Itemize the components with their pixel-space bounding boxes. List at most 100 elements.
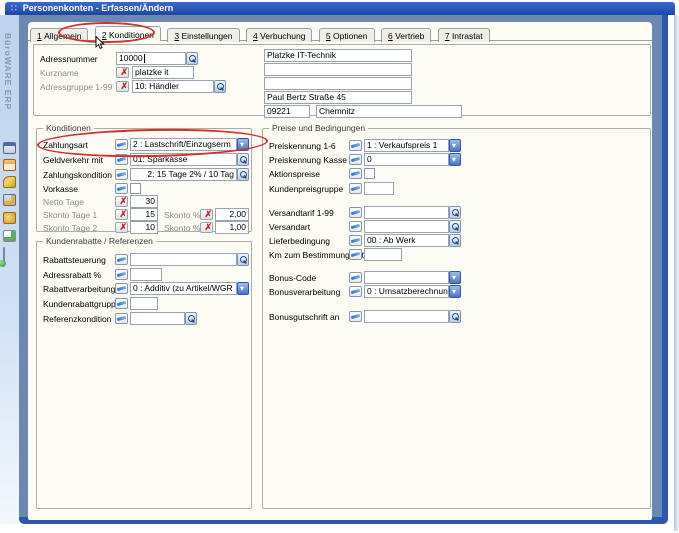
edit-icon[interactable] xyxy=(115,139,128,150)
form-window-icon[interactable] xyxy=(3,159,16,171)
preise-group: Preise und Bedingungen Preiskennung 1-6 … xyxy=(262,128,651,509)
address-name1-input[interactable]: Platzke IT-Technik xyxy=(264,49,412,62)
delete-x-icon[interactable] xyxy=(200,209,213,220)
edit-icon[interactable] xyxy=(115,298,128,309)
dropdown-arrow-icon[interactable] xyxy=(237,282,249,295)
edit-icon[interactable] xyxy=(349,154,362,165)
address-street-input[interactable]: Paul Bertz Straße 45 xyxy=(264,91,412,104)
lookup-icon[interactable] xyxy=(449,310,461,323)
lookup-icon[interactable] xyxy=(185,312,197,325)
zahlungskondition-input[interactable]: 2: 15 Tage 2% / 10 Tag xyxy=(130,168,237,181)
bonusgutschrift-input[interactable] xyxy=(364,310,449,323)
row-address-name3 xyxy=(34,77,650,90)
vorkasse-checkbox[interactable] xyxy=(130,183,141,194)
zahlungsart-select[interactable]: 2 : Lastschrift/Einzugserm xyxy=(130,138,237,151)
delete-x-icon[interactable] xyxy=(200,222,213,233)
edit-icon[interactable] xyxy=(349,249,362,260)
tab-optionen[interactable]: 5 Optionen xyxy=(319,28,375,42)
kundenrabatte-group-title: Kundenrabatte / Referenzen xyxy=(43,236,156,246)
coins-icon[interactable] xyxy=(3,212,16,224)
edit-icon[interactable] xyxy=(349,286,362,297)
row-referenzkondition: Referenzkondition xyxy=(37,312,251,325)
rabattverarbeitung-select[interactable]: 0 : Additiv (zu Artikel/WGR xyxy=(130,282,237,295)
geldverkehr-input[interactable]: 01: Sparkasse xyxy=(130,153,237,166)
dropdown-arrow-icon[interactable] xyxy=(449,139,461,152)
edit-icon[interactable] xyxy=(349,168,362,179)
address-city-input[interactable]: Chemnitz xyxy=(316,105,462,118)
edit-icon[interactable] xyxy=(349,140,362,151)
brand-vertical-text: BüroWARE ERP xyxy=(3,33,13,110)
edit-icon[interactable] xyxy=(349,207,362,218)
tab-vertrieb[interactable]: 6 Vertrieb xyxy=(381,28,431,42)
tab-intrastat[interactable]: 7 Intrastat xyxy=(438,28,490,42)
skonto-tage1-input[interactable]: 15 xyxy=(130,208,158,221)
edit-icon[interactable] xyxy=(349,221,362,232)
row-adressrabatt: Adressrabatt % xyxy=(37,268,251,281)
edit-icon[interactable] xyxy=(115,154,128,165)
address-zip-input[interactable]: 09221 xyxy=(264,105,310,118)
geldverkehr-label: Geldverkehr mit xyxy=(43,155,103,165)
adressrabatt-input[interactable] xyxy=(130,268,162,281)
edit-icon[interactable] xyxy=(115,313,128,324)
edit-icon[interactable] xyxy=(349,311,362,322)
tab-allgemein[interactable]: 1 Allgemein xyxy=(30,28,88,42)
calculator-icon[interactable] xyxy=(3,142,16,154)
delete-x-icon[interactable] xyxy=(115,196,128,207)
zahlungsart-label: Zahlungsart xyxy=(43,140,88,150)
left-sidebar: BüroWARE ERP xyxy=(0,15,19,524)
tab-einstellungen[interactable]: 3 Einstellungen xyxy=(167,28,239,42)
lookup-icon[interactable] xyxy=(237,168,249,181)
kundenrabattgruppe-input[interactable] xyxy=(130,297,158,310)
delete-x-icon[interactable] xyxy=(115,222,128,233)
calculator-coins-icon[interactable] xyxy=(3,194,16,206)
aktionspreise-checkbox[interactable] xyxy=(364,168,375,179)
rabattsteuerung-input[interactable] xyxy=(130,253,237,266)
lieferbedingung-input[interactable]: 00 : Ab Werk xyxy=(364,234,449,247)
bonusverarbeitung-label: Bonusverarbeitung xyxy=(269,287,340,297)
skonto-tage2-input[interactable]: 10 xyxy=(130,221,158,234)
edit-icon[interactable] xyxy=(349,235,362,246)
edit-icon[interactable] xyxy=(115,283,128,294)
row-netto-tage: Netto Tage 30 xyxy=(37,195,251,208)
edit-icon[interactable] xyxy=(115,169,128,180)
bonus-code-select[interactable] xyxy=(364,271,449,284)
skonto-prozent1-input[interactable]: 2,00 xyxy=(215,208,249,221)
key-icon[interactable] xyxy=(3,176,16,188)
edit-icon[interactable] xyxy=(349,272,362,283)
lookup-icon[interactable] xyxy=(449,220,461,233)
km-bestimmungsort-input[interactable] xyxy=(364,248,402,261)
edit-icon[interactable] xyxy=(115,269,128,280)
lookup-icon[interactable] xyxy=(237,253,249,266)
lieferbedingung-label: Lieferbedingung xyxy=(269,236,330,246)
preiskennung-label: Preiskennung 1-6 xyxy=(269,141,336,151)
kundenpreisgruppe-input[interactable] xyxy=(364,182,394,195)
lookup-icon[interactable] xyxy=(449,234,461,247)
dropdown-arrow-icon[interactable] xyxy=(449,285,461,298)
preiskennung-kasse-select[interactable]: 0 xyxy=(364,153,449,166)
tab-verbuchung[interactable]: 4 Verbuchung xyxy=(246,28,312,42)
address-name2-input[interactable] xyxy=(264,63,412,76)
bonusverarbeitung-select[interactable]: 0 : Umsatzberechnung Adr xyxy=(364,285,449,298)
edit-icon[interactable] xyxy=(115,254,128,265)
dropdown-arrow-icon[interactable] xyxy=(237,138,249,151)
document-export-icon[interactable] xyxy=(3,230,16,242)
lookup-icon[interactable] xyxy=(237,153,249,166)
dropdown-arrow-icon[interactable] xyxy=(449,271,461,284)
netto-tage-input[interactable]: 30 xyxy=(130,195,158,208)
row-kundenrabattgruppe: Kundenrabattgruppe xyxy=(37,297,251,310)
versandtarif-input[interactable] xyxy=(364,206,449,219)
preiskennung-select[interactable]: 1 : Verkaufspreis 1 xyxy=(364,139,449,152)
title-bar[interactable]: ∷Personenkonten - Erfassen/Ändern xyxy=(5,2,675,15)
address-name3-input[interactable] xyxy=(264,77,412,90)
tab-strip: 1 Allgemein 2 Konditionen 3 Einstellunge… xyxy=(28,24,652,41)
delete-x-icon[interactable] xyxy=(115,209,128,220)
edit-icon[interactable] xyxy=(349,183,362,194)
edit-icon[interactable] xyxy=(115,183,128,194)
versandart-input[interactable] xyxy=(364,220,449,233)
lookup-icon[interactable] xyxy=(449,206,461,219)
referenzkondition-input[interactable] xyxy=(130,312,185,325)
skonto-prozent2-input[interactable]: 1,00 xyxy=(215,221,249,234)
document-save-icon[interactable] xyxy=(3,247,5,266)
referenzkondition-label: Referenzkondition xyxy=(43,314,112,324)
dropdown-arrow-icon[interactable] xyxy=(449,153,461,166)
